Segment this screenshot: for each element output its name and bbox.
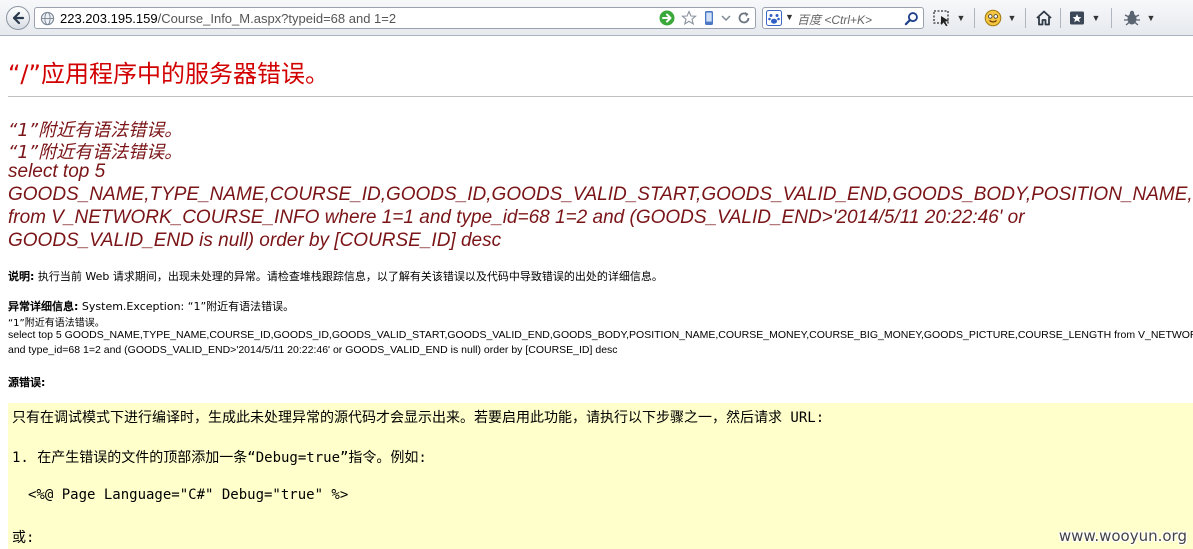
reload-icon[interactable] bbox=[737, 10, 751, 26]
sql-error-line: from V_NETWORK_COURSE_INFO where 1=1 and… bbox=[8, 207, 1025, 228]
description-text: 执行当前 Web 请求期间，出现未处理的异常。请检查堆栈跟踪信息，以了解有关该错… bbox=[37, 270, 663, 283]
bookmark-star-icon[interactable] bbox=[681, 10, 697, 26]
screenshot-tool-icon[interactable] bbox=[930, 6, 954, 30]
source-box-line: 只有在调试模式下进行编译时，生成此未处理异常的源代码才会显示出来。若要启用此功能… bbox=[12, 410, 825, 426]
back-button[interactable] bbox=[6, 6, 30, 30]
toolbar-divider bbox=[974, 8, 975, 28]
page-title: “/”应用程序中的服务器错误。 bbox=[8, 60, 329, 88]
source-error-section: 源错误: bbox=[8, 374, 45, 390]
exception-text: System.Exception: “1”附近有语法错误。 bbox=[81, 300, 295, 313]
toolbar-divider bbox=[1025, 8, 1026, 28]
go-arrow-icon[interactable] bbox=[659, 10, 675, 26]
addon-dropdown-icon[interactable]: ▼ bbox=[1144, 6, 1158, 30]
search-bar[interactable]: ▼ 百度 <Ctrl+K> bbox=[762, 7, 924, 29]
title-divider bbox=[8, 96, 1193, 97]
sql-error-line: GOODS_NAME,TYPE_NAME,COURSE_ID,GOODS_ID,… bbox=[8, 184, 1193, 205]
engine-dropdown-icon[interactable]: ▼ bbox=[785, 12, 794, 22]
exception-detail-line: and type_id=68 1=2 and (GOODS_VALID_END>… bbox=[8, 344, 618, 356]
description-label: 说明: bbox=[8, 270, 35, 283]
description-section: 说明: 执行当前 Web 请求期间，出现未处理的异常。请检查堆栈跟踪信息，以了解… bbox=[8, 268, 663, 284]
baidu-engine-icon[interactable] bbox=[766, 10, 782, 26]
source-box-code: <%@ Page Language="C#" Debug="true" %> bbox=[28, 487, 349, 503]
search-icon[interactable] bbox=[904, 11, 919, 26]
source-box-line: 或: bbox=[12, 530, 35, 546]
source-error-box: 只有在调试模式下进行编译时，生成此未处理异常的源代码才会显示出来。若要启用此功能… bbox=[8, 403, 1193, 549]
sql-error-line: select top 5 bbox=[8, 161, 106, 182]
exception-section: 异常详细信息: System.Exception: “1”附近有语法错误。 bbox=[8, 298, 294, 314]
url-path: /Course_Info_M.aspx?typeid=68 and 1=2 bbox=[157, 11, 397, 26]
address-bar[interactable]: 223.203.195.159/Course_Info_M.aspx?typei… bbox=[34, 7, 756, 29]
browser-toolbar: 223.203.195.159/Course_Info_M.aspx?typei… bbox=[0, 0, 1193, 36]
history-dropdown-icon[interactable] bbox=[721, 10, 731, 26]
source-error-label: 源错误: bbox=[8, 376, 46, 389]
watermark: www.wooyun.org bbox=[1058, 527, 1187, 545]
home-icon[interactable] bbox=[1032, 6, 1056, 30]
mobile-device-icon[interactable] bbox=[703, 10, 715, 26]
exception-detail-line: “1”附近有语法错误。 bbox=[8, 318, 105, 329]
exception-label: 异常详细信息: bbox=[8, 300, 79, 313]
url-host: 223.203.195.159 bbox=[60, 11, 158, 26]
search-input[interactable]: 百度 <Ctrl+K> bbox=[797, 11, 872, 28]
smiley-dropdown-icon[interactable]: ▼ bbox=[1005, 6, 1019, 30]
screenshot-dropdown-icon[interactable]: ▼ bbox=[954, 6, 968, 30]
source-box-line: 1. 在产生错误的文件的顶部添加一条“Debug=true”指令。例如: bbox=[12, 450, 427, 466]
url-text: 223.203.195.159/Course_Info_M.aspx?typei… bbox=[60, 11, 396, 26]
globe-icon bbox=[40, 11, 55, 26]
bookmarks-dropdown-icon[interactable]: ▼ bbox=[1089, 6, 1103, 30]
toolbar-divider bbox=[1111, 8, 1112, 28]
bookmarks-icon[interactable] bbox=[1065, 6, 1089, 30]
page-content: “/”应用程序中的服务器错误。 “1”附近有语法错误。 “1”附近有语法错误。 … bbox=[0, 37, 1193, 549]
sql-error-line: GOODS_VALID_END is null) order by [COURS… bbox=[8, 230, 502, 251]
toolbar-divider bbox=[1060, 8, 1061, 28]
addon-bug-icon[interactable] bbox=[1120, 6, 1144, 30]
back-arrow-icon bbox=[12, 11, 25, 25]
exception-detail-line: select top 5 GOODS_NAME,TYPE_NAME,COURSE… bbox=[8, 329, 1193, 341]
smiley-addon-icon[interactable] bbox=[981, 6, 1005, 30]
